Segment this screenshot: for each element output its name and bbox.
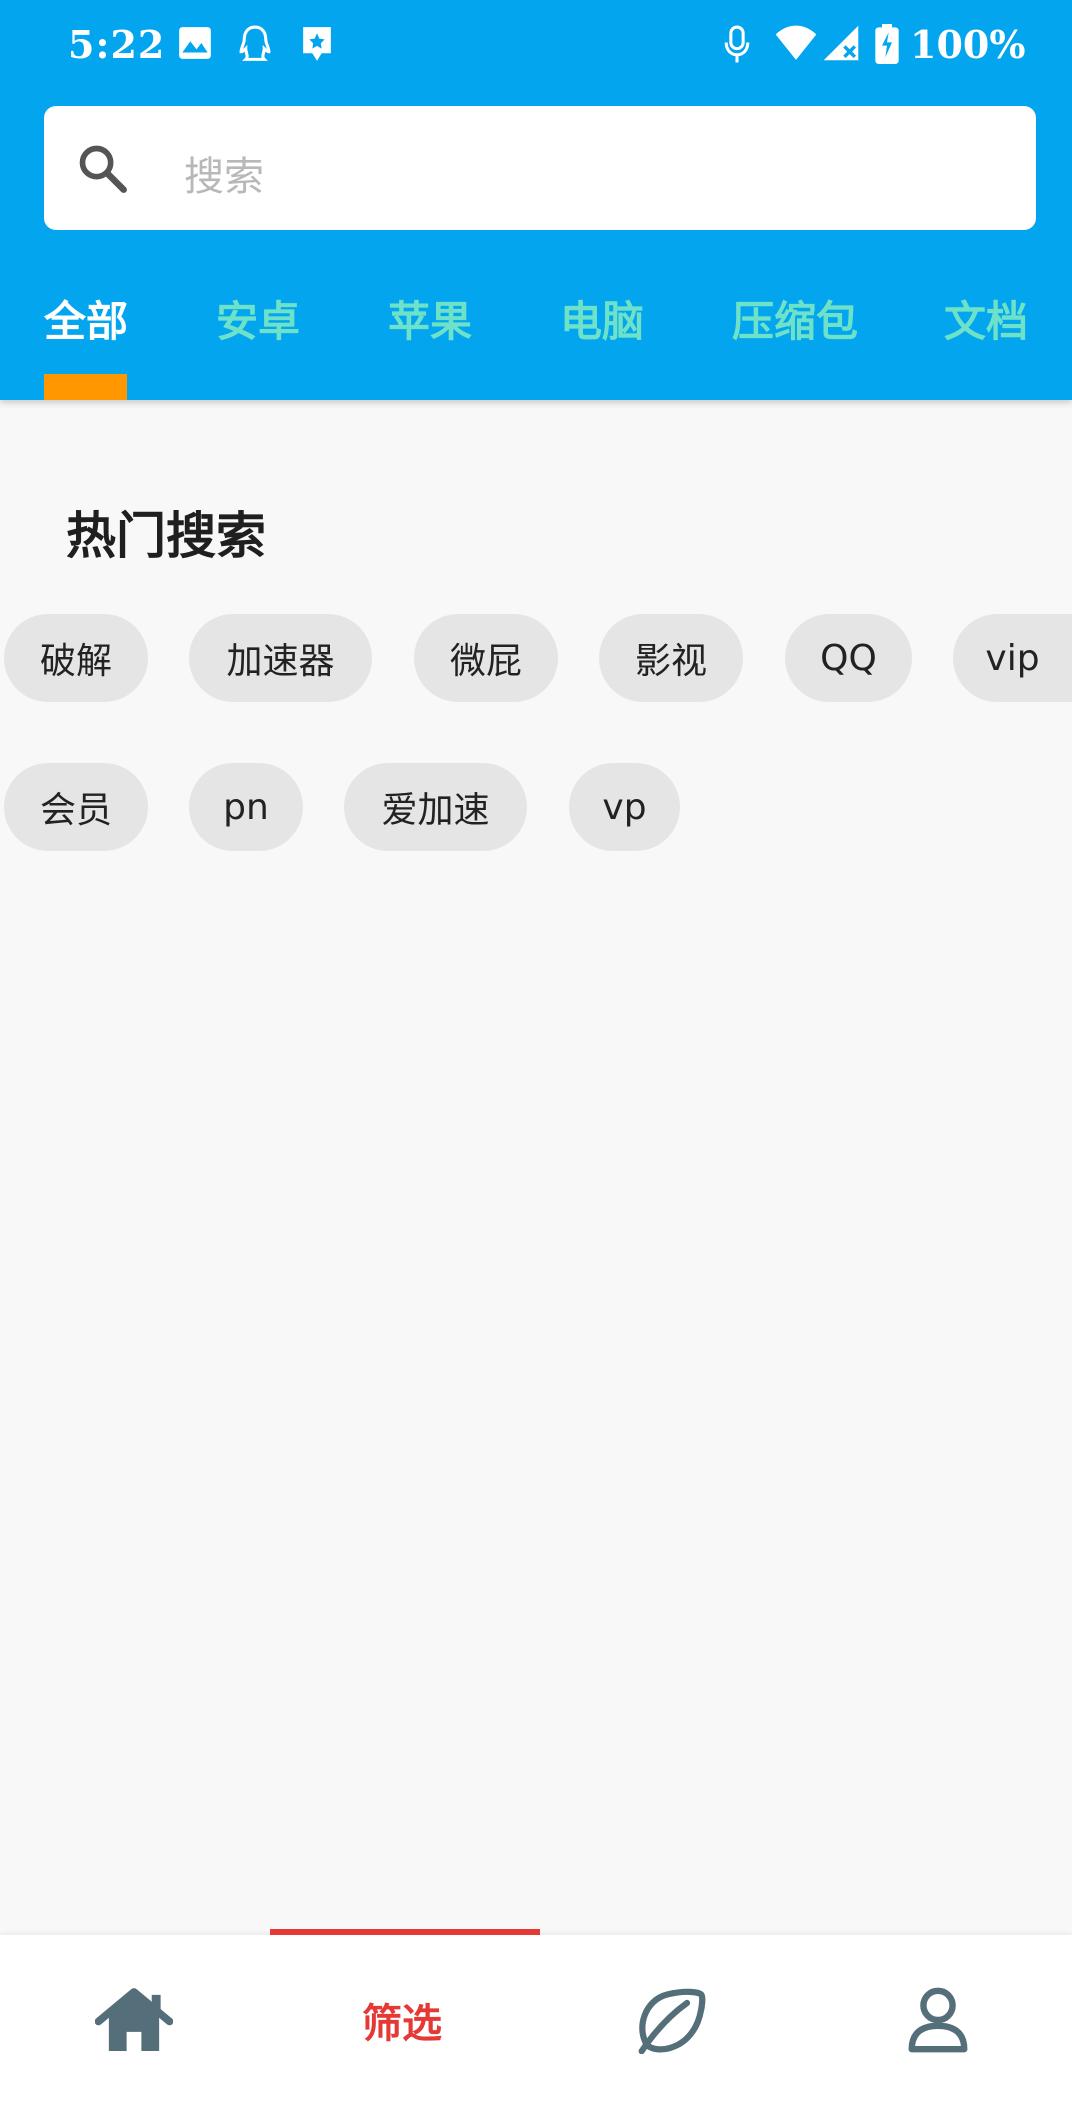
- hot-search-title: 热门搜索: [66, 507, 266, 565]
- hot-search-chip[interactable]: QQ: [785, 614, 912, 702]
- app-header: 5:22 100% 搜索 全部 安卓 苹果 电脑 压缩包 文档: [0, 0, 1072, 400]
- app-notification-icon: [303, 27, 331, 61]
- qq-icon: [239, 25, 271, 61]
- nav-home[interactable]: [0, 1935, 268, 2105]
- hot-search-chip[interactable]: 破解: [4, 614, 148, 702]
- hot-search-chip[interactable]: vp: [569, 763, 680, 851]
- signal-icon: [823, 25, 859, 61]
- tab-documents[interactable]: 文档: [944, 288, 1028, 349]
- leaf-icon: [638, 1988, 706, 2054]
- home-icon: [95, 1988, 173, 2052]
- search-placeholder: 搜索: [184, 154, 264, 200]
- tab-pc[interactable]: 电脑: [560, 288, 644, 349]
- hot-search-chip[interactable]: 影视: [599, 614, 743, 702]
- hot-search-chip[interactable]: 会员: [4, 763, 148, 851]
- battery-charging-icon: [875, 24, 899, 64]
- tab-archive[interactable]: 压缩包: [732, 288, 858, 349]
- profile-icon: [908, 1987, 968, 2053]
- tab-android[interactable]: 安卓: [216, 288, 300, 349]
- battery-percentage: 100%: [910, 22, 1026, 67]
- nav-filter-label: 筛选: [362, 2001, 442, 2047]
- active-tab-indicator: [44, 374, 127, 400]
- mic-icon: [724, 25, 750, 63]
- nav-filter[interactable]: 筛选: [268, 1935, 536, 2105]
- search-icon: [79, 145, 127, 193]
- category-tabs: 全部 安卓 苹果 电脑 压缩包 文档: [0, 270, 1072, 400]
- hot-search-chip[interactable]: vip: [953, 614, 1072, 702]
- tab-apple[interactable]: 苹果: [388, 288, 472, 349]
- status-time: 5:22: [68, 22, 166, 67]
- hot-search-chip[interactable]: 加速器: [189, 614, 372, 702]
- wifi-icon: [775, 25, 817, 60]
- image-icon: [179, 27, 211, 59]
- status-bar: 5:22 100%: [0, 0, 1072, 95]
- hot-search-chip[interactable]: 爱加速: [344, 763, 527, 851]
- tab-all[interactable]: 全部: [44, 288, 128, 349]
- hot-search-chip[interactable]: 微屁: [414, 614, 558, 702]
- nav-discover[interactable]: [536, 1935, 804, 2105]
- search-input[interactable]: 搜索: [44, 106, 1036, 230]
- nav-profile[interactable]: [804, 1935, 1072, 2105]
- bottom-navigation: 筛选: [0, 1929, 1072, 2105]
- hot-search-chip[interactable]: pn: [189, 763, 303, 851]
